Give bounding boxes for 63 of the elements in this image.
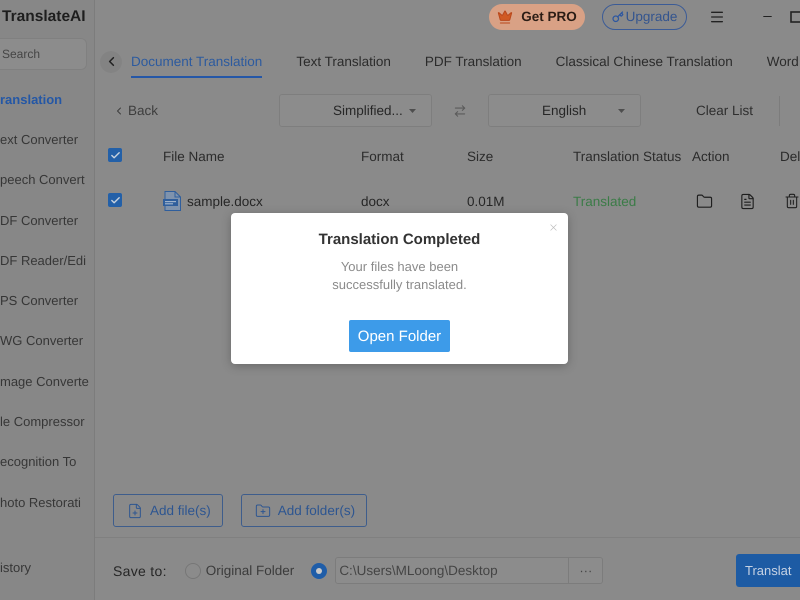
source-language-select[interactable]: Simplified... [279,94,432,127]
crown-icon [497,8,514,24]
upgrade-button[interactable]: Upgrade [602,4,687,30]
open-folder-button[interactable]: Open Folder [349,320,450,352]
tab[interactable]: Classical Chinese Translation [556,45,733,78]
caret-icon [409,108,416,112]
trash-icon[interactable] [784,193,800,209]
app-title: TranslateAI [2,6,87,26]
column-header: Format [361,148,405,164]
radio-button[interactable] [311,562,328,578]
select-all-checkbox[interactable] [108,148,122,162]
dialog-title: Translation Completed [318,230,480,250]
maximize-icon[interactable] [790,10,800,22]
column-header: Action [692,148,731,164]
sidebar-item[interactable]: WG Converter [0,320,94,362]
file-plus-icon [127,502,143,518]
row-checkbox[interactable] [108,193,122,208]
sidebar-item[interactable]: DF Converter [0,200,94,240]
sidebar-item[interactable]: PS Converter [0,280,94,321]
document-icon[interactable] [739,192,756,210]
key-icon [612,10,624,22]
sidebar-item[interactable]: hoto Restorati [0,482,94,522]
column-header: Size [467,148,494,164]
sidebar-item[interactable]: DF Reader/Edi [0,240,94,280]
save-to-label: Save to: [113,562,167,578]
status-text: Translated [573,194,638,208]
file-icon [163,191,181,211]
sidebar-item[interactable]: ext Converter [0,119,94,160]
column-header: File Name [163,148,226,164]
target-language-select[interactable]: English [488,94,641,127]
get-pro-button[interactable]: Get PRO [489,4,585,30]
add-file-button[interactable]: Add file(s) [113,494,223,527]
browse-button[interactable]: ··· [569,557,604,584]
folder-plus-icon [254,502,271,518]
radio-label: Original Folder [206,563,294,578]
table-cell-text: 0.01M [467,194,506,208]
check-icon [110,194,120,206]
check-icon [110,150,120,161]
translate-button[interactable]: Translat [736,554,800,587]
back-button[interactable]: Back [113,98,158,122]
tabs-back-button[interactable] [100,50,122,72]
save-path-field[interactable]: C:\Users\MLoong\Desktop [335,557,570,584]
sidebar-item[interactable]: ranslation [0,79,94,120]
table-cell-text: docx [361,194,391,208]
sidebar-item[interactable]: ecognition To [0,442,94,482]
dialog-message: Your files have been successfully translated. [331,258,468,294]
caret-icon [618,108,625,112]
tab[interactable]: Document Translation [131,45,262,78]
file-name: sample.docx [187,194,263,208]
clear-list-button[interactable]: Clear List [679,96,770,126]
sidebar-item[interactable]: istory [0,547,94,587]
menu-icon[interactable] [709,8,725,24]
folder-icon[interactable] [696,192,713,210]
add-folder-button[interactable]: Add folder(s) [240,494,368,527]
sidebar-item[interactable]: le Compressor [0,401,94,442]
column-header: Translation Status [573,148,682,164]
search-field[interactable]: Search [0,38,87,70]
tab[interactable]: Word [766,45,799,78]
tab[interactable]: Text Translation [296,45,391,78]
column-header: Del [780,148,800,164]
sidebar-item[interactable]: mage Converte [0,361,94,402]
sidebar-item[interactable]: peech Convert [0,160,94,200]
tab[interactable]: PDF Translation [424,45,522,78]
